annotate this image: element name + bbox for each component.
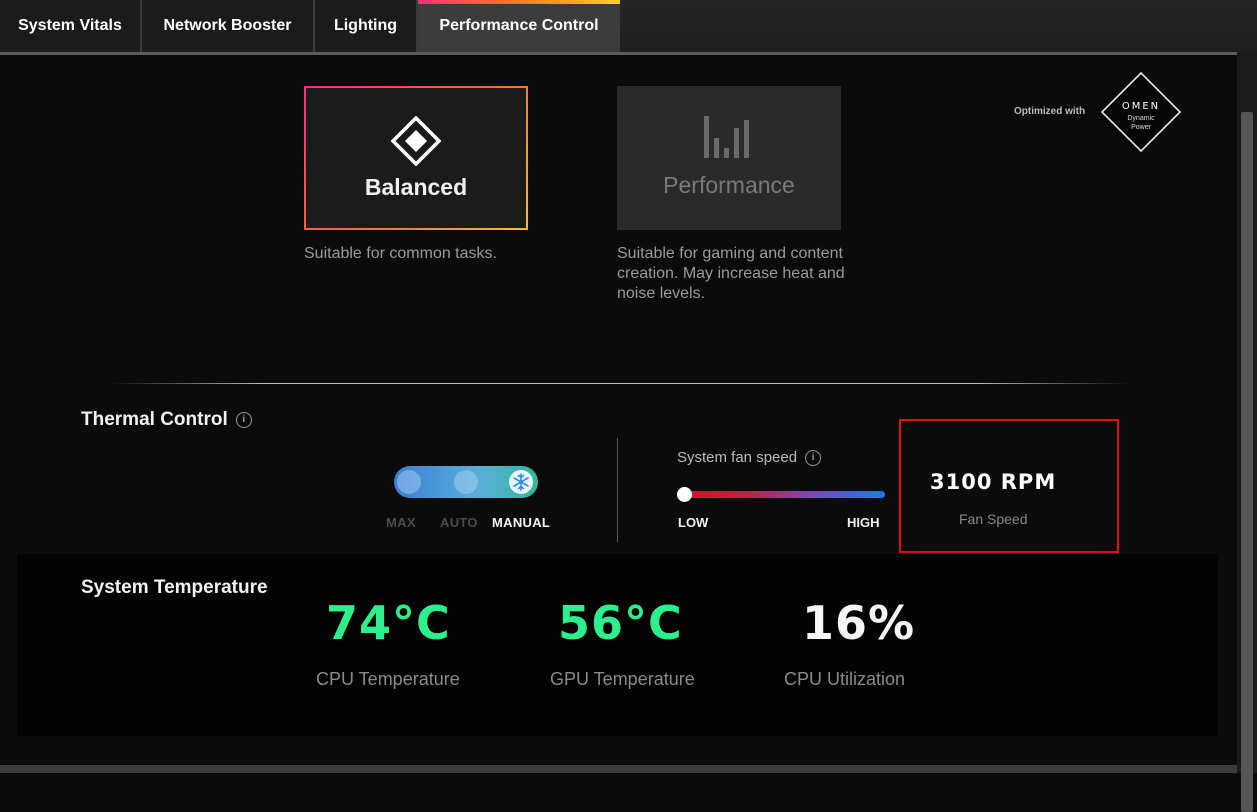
svg-text:Dynamic: Dynamic <box>1127 115 1155 122</box>
performance-mode-card[interactable]: Performance <box>617 86 841 230</box>
system-temperature-title: System Temperature <box>81 577 268 598</box>
tab-network-booster[interactable]: Network Booster <box>142 0 313 52</box>
thermal-control-title: Thermal Control i <box>81 409 252 431</box>
scrollbar-thumb[interactable] <box>1241 112 1253 812</box>
tab-system-vitals[interactable]: System Vitals <box>0 0 140 52</box>
fan-speed-slider[interactable] <box>684 491 885 498</box>
cpu-temperature-label: CPU Temperature <box>316 669 460 689</box>
balanced-label: Balanced <box>364 174 468 200</box>
omen-dynamic-power-logo: OMEN Dynamic Power <box>1100 71 1182 153</box>
toggle-position-auto[interactable] <box>454 470 478 494</box>
svg-text:OMEN: OMEN <box>1122 101 1160 112</box>
toggle-position-manual[interactable] <box>509 470 533 494</box>
fan-speed-caption: Fan Speed <box>959 511 1028 527</box>
scrollbar[interactable] <box>1237 52 1257 812</box>
snowflake-icon <box>509 470 533 494</box>
performance-description: Suitable for gaming and content creation… <box>617 245 845 302</box>
tab-label: Lighting <box>333 17 398 34</box>
performance-label: Performance <box>663 172 795 198</box>
horizontal-scrollbar[interactable] <box>0 765 1237 773</box>
info-icon[interactable]: i <box>235 411 252 428</box>
mode-label-manual[interactable]: MANUAL <box>492 515 550 530</box>
tab-label: Performance Control <box>439 17 599 34</box>
fan-rpm-value: 3100 RPM <box>930 470 1057 494</box>
section-divider <box>110 383 1130 384</box>
optimized-with-text: Optimized with <box>1014 106 1086 117</box>
balanced-mode-card[interactable]: Balanced <box>304 86 528 230</box>
tab-performance-control[interactable]: Performance Control <box>418 0 620 52</box>
balanced-description: Suitable for common tasks. <box>304 245 497 262</box>
diamond-icon <box>390 115 442 171</box>
system-fan-speed-label: System fan speed i <box>677 449 822 467</box>
tab-lighting[interactable]: Lighting <box>315 0 416 52</box>
mode-label-max[interactable]: MAX <box>386 515 416 530</box>
thermal-mode-toggle[interactable] <box>394 466 538 498</box>
gpu-temperature-label: GPU Temperature <box>550 669 695 689</box>
cpu-utilization-value: 16% <box>802 596 916 650</box>
tab-label: Network Booster <box>163 17 292 34</box>
mode-label-auto[interactable]: AUTO <box>440 515 478 530</box>
slider-low-label: LOW <box>678 515 709 530</box>
toggle-position-max[interactable] <box>397 470 421 494</box>
tab-label: System Vitals <box>18 17 122 34</box>
bars-icon <box>704 114 754 165</box>
thermal-control-label: Thermal Control <box>81 409 228 430</box>
slider-high-label: HIGH <box>847 515 880 530</box>
vertical-divider <box>617 438 618 542</box>
cpu-utilization-label: CPU Utilization <box>784 669 906 689</box>
gpu-temperature-value: 56°C <box>558 596 683 650</box>
fan-speed-text: System fan speed <box>677 449 798 466</box>
tab-underline <box>0 52 1237 55</box>
info-icon[interactable]: i <box>805 450 822 467</box>
fan-speed-slider-thumb[interactable] <box>677 487 692 502</box>
svg-text:Power: Power <box>1131 124 1152 131</box>
cpu-temperature-value: 74°C <box>326 596 451 650</box>
